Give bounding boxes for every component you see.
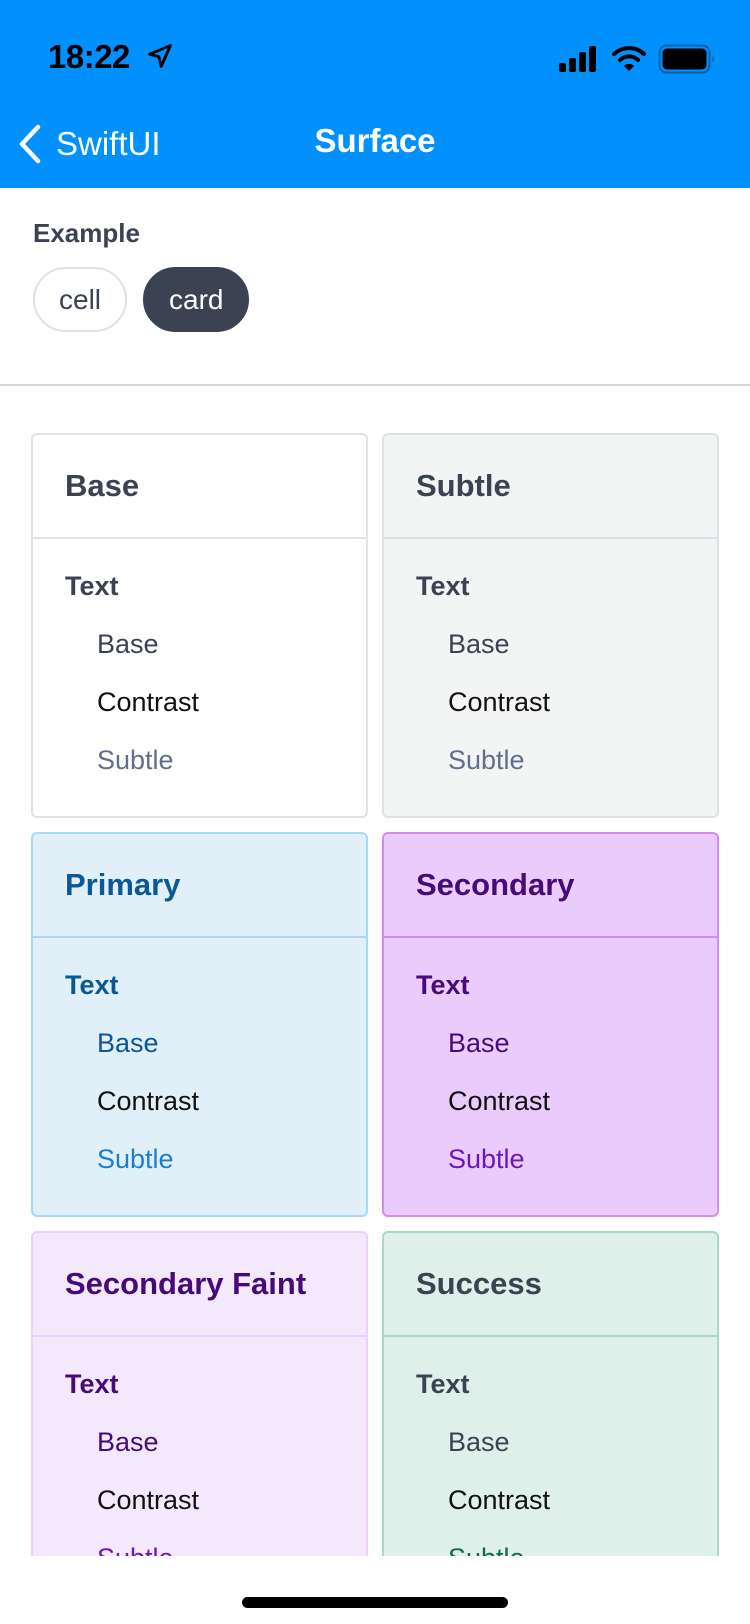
text-section-label: Text: [416, 571, 470, 601]
status-time: 18:22: [48, 38, 130, 75]
text-sample-base: Base: [448, 629, 510, 659]
text-sample-subtle: Subtle: [448, 1144, 525, 1174]
card-title: Subtle: [384, 435, 717, 539]
card-body: Text Base Contrast Subtle: [384, 938, 717, 1174]
surface-card-secondary: Secondary Text Base Contrast Subtle: [382, 832, 719, 1217]
page-title: Surface: [314, 122, 436, 159]
bottom-safe-area: [0, 1556, 750, 1624]
text-sample-base: Base: [97, 1427, 159, 1457]
wifi-icon: [612, 46, 646, 71]
text-sample-subtle: Subtle: [97, 745, 174, 775]
text-section-label: Text: [416, 970, 470, 1000]
text-sample-base: Base: [448, 1427, 510, 1457]
text-sample-contrast: Contrast: [97, 1485, 200, 1515]
example-options: cell card: [33, 267, 250, 332]
chip-cell[interactable]: cell: [33, 267, 128, 332]
card-title: Secondary Faint: [33, 1233, 366, 1337]
example-selector: Example cell card: [33, 218, 250, 332]
card-title: Primary: [33, 834, 366, 938]
text-sample-subtle: Subtle: [448, 745, 525, 775]
card-body: Text Base Contrast Subtle: [33, 539, 366, 775]
chip-card[interactable]: card: [143, 267, 250, 332]
surface-card-base: Base Text Base Contrast Subtle: [31, 433, 368, 818]
text-sample-base: Base: [97, 1028, 159, 1058]
text-sample-contrast: Contrast: [97, 687, 200, 717]
navigation-bar: 18:22 SwiftUI Surface: [0, 0, 750, 188]
card-title: Success: [384, 1233, 717, 1337]
battery-icon: [658, 44, 714, 74]
card-body: TextBaseContrastSubtle: [33, 1337, 366, 1573]
card-body: Text Base Contrast Subtle: [33, 938, 366, 1174]
text-section-label: Text: [416, 1369, 470, 1399]
surface-card-subtle: Subtle Text Base Contrast Subtle: [382, 433, 719, 818]
home-indicator[interactable]: [242, 1597, 508, 1608]
card-body: Text Base Contrast Subtle: [384, 539, 717, 775]
card-title: Secondary: [384, 834, 717, 938]
text-sample-contrast: Contrast: [97, 1086, 200, 1116]
cellular-signal-icon: [559, 46, 596, 72]
card-body: TextBaseContrastSubtle: [384, 1337, 717, 1573]
location-arrow-icon: [148, 44, 172, 68]
text-sample-contrast: Contrast: [448, 1086, 551, 1116]
surface-card-primary: Primary Text Base Contrast Subtle: [31, 832, 368, 1217]
section-divider: [0, 384, 750, 386]
text-section-label: Text: [65, 970, 119, 1000]
surface-grid: Base Text Base Contrast Subtle Subtle Text Base…: [31, 433, 719, 1616]
example-label: Example: [33, 218, 140, 248]
text-sample-base: Base: [448, 1028, 510, 1058]
text-sample-contrast: Contrast: [448, 1485, 551, 1515]
card-title: Base: [33, 435, 366, 539]
text-sample-subtle: Subtle: [97, 1144, 174, 1174]
text-section-label: Text: [65, 571, 119, 601]
text-sample-base: Base: [97, 629, 159, 659]
text-section-label: Text: [65, 1369, 119, 1399]
text-sample-contrast: Contrast: [448, 687, 551, 717]
